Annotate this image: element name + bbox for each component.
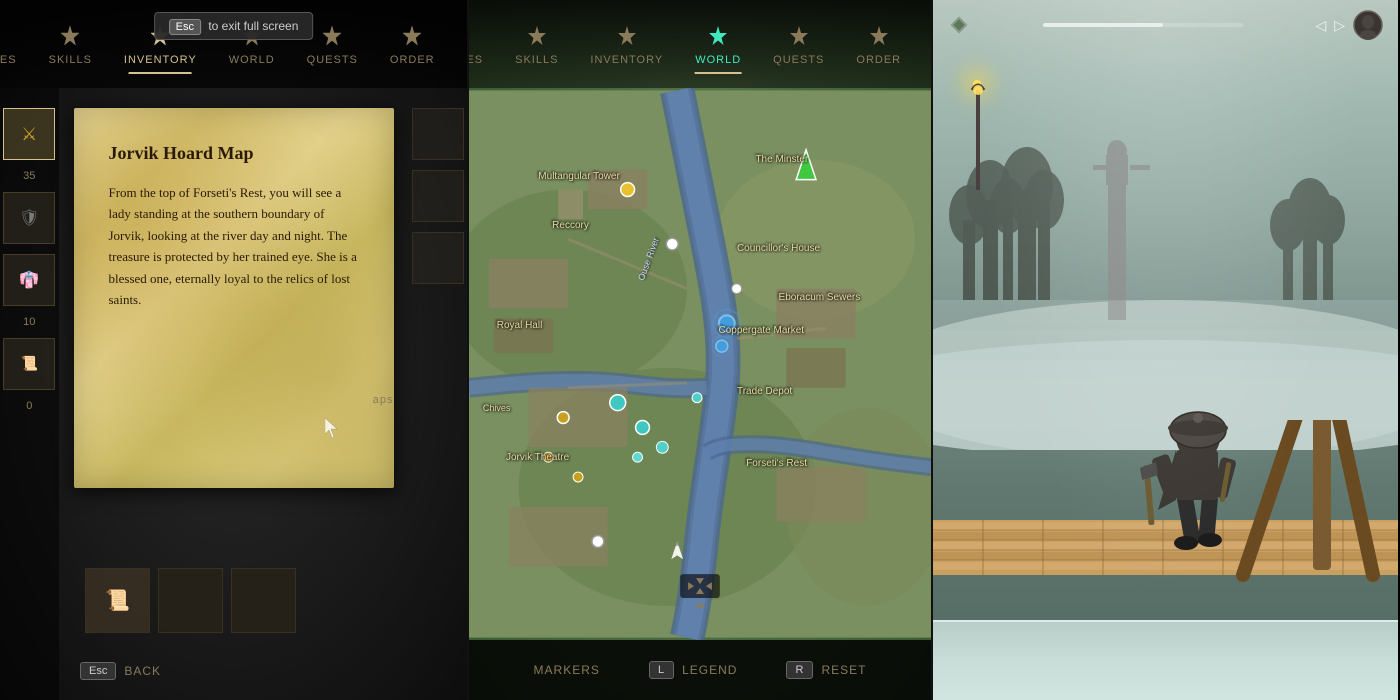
hud-icon-left bbox=[948, 14, 970, 36]
sidebar-item-2[interactable]: 🛡 bbox=[3, 192, 55, 244]
legend-label: Legend bbox=[682, 663, 737, 677]
document-text: From the top of Forseti's Rest, you will… bbox=[109, 182, 359, 311]
sidebar-item-4[interactable]: 📜 bbox=[3, 338, 55, 390]
sidebar-item-3[interactable]: 👘 bbox=[3, 254, 55, 306]
reset-label: Reset bbox=[821, 663, 866, 677]
inventory-bottom-row: 📜 bbox=[70, 560, 467, 640]
legend-item[interactable]: L Legend bbox=[649, 661, 737, 679]
hud-left bbox=[948, 14, 970, 36]
back-button[interactable]: Esc BACK bbox=[80, 662, 161, 680]
w-world-icon bbox=[704, 22, 732, 50]
game-panel: ◁ ▷ bbox=[933, 0, 1398, 700]
bottom-item-2[interactable] bbox=[158, 568, 223, 633]
hud-avatar-icon bbox=[1353, 10, 1383, 40]
character-svg bbox=[1138, 380, 1258, 560]
reset-key: R bbox=[786, 661, 813, 679]
reset-item[interactable]: R Reset bbox=[786, 661, 866, 679]
nav-world-inventory[interactable]: Inventory bbox=[574, 14, 679, 74]
markers-label: Markers bbox=[534, 663, 600, 677]
nav-skills[interactable]: Skills bbox=[33, 14, 108, 74]
nav-world-quests[interactable]: Quests bbox=[757, 14, 840, 74]
right-item-2[interactable] bbox=[412, 170, 464, 222]
skills-icon bbox=[56, 22, 84, 50]
nav-world-abilities[interactable]: Abilities bbox=[467, 14, 499, 74]
w-order-label: Order bbox=[856, 54, 901, 66]
game-hud-top: ◁ ▷ bbox=[933, 0, 1398, 50]
w-skills-label: Skills bbox=[515, 54, 558, 66]
order-label: Order bbox=[390, 54, 435, 66]
nav-world-order[interactable]: Order bbox=[840, 14, 917, 74]
nav-codex[interactable]: Codex bbox=[451, 14, 467, 74]
hud-right-arrows: ◁ ▷ bbox=[1315, 10, 1383, 40]
w-inventory-icon bbox=[613, 22, 641, 50]
tooltip-text: to exit full screen bbox=[208, 19, 298, 33]
sidebar-number-1: 35 bbox=[23, 170, 35, 182]
w-quests-label: Quests bbox=[773, 54, 824, 66]
nav-world-codex[interactable]: Codex bbox=[917, 14, 933, 74]
w-world-label: World bbox=[695, 54, 741, 66]
nav-order[interactable]: Order bbox=[374, 14, 451, 74]
right-item-3[interactable] bbox=[412, 232, 464, 284]
sidebar-item-1[interactable]: ⚔ bbox=[3, 108, 55, 160]
lamp-post-svg bbox=[968, 70, 988, 190]
world-nav-label: World bbox=[229, 54, 275, 66]
document-title: Jorvik Hoard Map bbox=[109, 143, 359, 164]
nav-bar-world: Abilities Skills Inventory bbox=[469, 0, 931, 88]
w-skills-icon bbox=[523, 22, 551, 50]
back-key: Esc bbox=[80, 662, 116, 680]
hud-right-arrow: ▷ bbox=[1334, 17, 1345, 34]
nav-world-world[interactable]: World bbox=[679, 14, 757, 74]
inventory-panel: Esc to exit full screen Abilities Skills bbox=[0, 0, 467, 700]
nav-abilities[interactable]: Abilities bbox=[0, 14, 33, 74]
hud-progress-bar bbox=[1043, 23, 1243, 27]
abilities-label: Abilities bbox=[0, 54, 17, 66]
bottom-item-3[interactable] bbox=[231, 568, 296, 633]
lamp-post bbox=[968, 70, 988, 195]
maps-label: aps bbox=[373, 394, 394, 406]
parchment-document: Jorvik Hoard Map From the top of Forseti… bbox=[74, 108, 394, 488]
w-inventory-label: Inventory bbox=[590, 54, 663, 66]
esc-tooltip: Esc to exit full screen bbox=[154, 12, 314, 40]
w-order-icon bbox=[865, 22, 893, 50]
w-quests-icon bbox=[785, 22, 813, 50]
world-panel: Multangular Tower Reccory The Minster Co… bbox=[467, 0, 933, 700]
inventory-nav-label: Inventory bbox=[124, 54, 197, 66]
hud-center bbox=[1043, 23, 1243, 27]
right-item-1[interactable] bbox=[412, 108, 464, 160]
hud-left-arrow: ◁ bbox=[1315, 17, 1326, 34]
markers-item[interactable]: Markers bbox=[534, 663, 600, 677]
sidebar-number-2: 10 bbox=[23, 316, 35, 328]
skills-label: Skills bbox=[49, 54, 92, 66]
hud-progress-fill bbox=[1043, 23, 1163, 27]
quests-icon bbox=[318, 22, 346, 50]
esc-key: Esc bbox=[169, 19, 201, 35]
legend-key: L bbox=[649, 661, 674, 679]
cursor-pointer bbox=[325, 418, 339, 443]
map-bottom-bar: Markers L Legend R Reset bbox=[469, 640, 931, 700]
sidebar-number-3: 0 bbox=[26, 400, 32, 412]
map-content[interactable]: Multangular Tower Reccory The Minster Co… bbox=[469, 88, 931, 640]
game-character bbox=[1138, 380, 1258, 565]
back-label: BACK bbox=[124, 664, 161, 678]
nav-world-skills[interactable]: Skills bbox=[499, 14, 574, 74]
bottom-item-1[interactable]: 📜 bbox=[85, 568, 150, 633]
game-scenery bbox=[933, 100, 1398, 400]
map-svg bbox=[469, 88, 931, 640]
order-icon bbox=[398, 22, 426, 50]
snow-ground bbox=[933, 620, 1398, 700]
w-abilities-label: Abilities bbox=[467, 54, 483, 66]
quests-label: Quests bbox=[307, 54, 358, 66]
inventory-sidebar-left: ⚔ 35 🛡 👘 10 📜 0 bbox=[0, 88, 59, 700]
